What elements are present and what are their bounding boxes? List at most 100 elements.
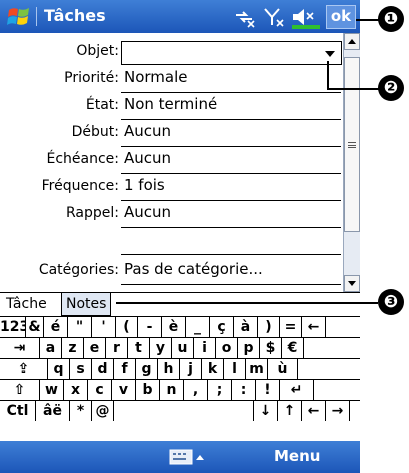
priorite-value[interactable]: Normale xyxy=(124,68,188,86)
key[interactable]: m xyxy=(246,359,268,379)
key[interactable]: $ xyxy=(260,338,282,358)
field-echeance[interactable]: Échéance: Aucun xyxy=(0,147,343,174)
key[interactable]: k xyxy=(202,359,224,379)
field-blank xyxy=(0,228,343,255)
tab-bar: Tâche Notes xyxy=(0,292,360,316)
objet-dropdown[interactable] xyxy=(121,41,342,65)
device-screen: Tâches ok Objet: Priorité: Normale État:… xyxy=(0,0,360,473)
key[interactable]: i xyxy=(194,338,216,358)
key[interactable]: q xyxy=(48,359,70,379)
key[interactable]: e xyxy=(84,338,106,358)
key[interactable]: ← xyxy=(302,317,326,337)
scroll-down-icon[interactable] xyxy=(344,275,360,292)
etat-value[interactable]: Non terminé xyxy=(124,95,217,113)
callout-line-2b xyxy=(327,88,379,90)
key[interactable]: 123 xyxy=(0,317,26,337)
echeance-value[interactable]: Aucun xyxy=(124,149,171,167)
signal-off-icon[interactable] xyxy=(262,5,286,29)
key[interactable]: z xyxy=(62,338,84,358)
key[interactable]: t xyxy=(128,338,150,358)
key[interactable]: ⇥ xyxy=(0,338,40,358)
key[interactable]: ← xyxy=(302,401,326,421)
key[interactable]: _ xyxy=(186,317,210,337)
key[interactable]: ↑ xyxy=(278,401,302,421)
connectivity-icon[interactable] xyxy=(232,5,256,29)
ok-button[interactable]: ok xyxy=(326,5,356,29)
scroll-up-icon[interactable] xyxy=(344,33,360,50)
key[interactable]: - xyxy=(138,317,162,337)
key[interactable]: Ctl xyxy=(0,401,36,421)
field-rappel[interactable]: Rappel: Aucun xyxy=(0,201,343,228)
callout-line-1 xyxy=(356,19,380,21)
key[interactable]: p xyxy=(238,338,260,358)
key[interactable]: € xyxy=(282,338,304,358)
key[interactable]: , xyxy=(184,380,208,400)
key[interactable]: l xyxy=(224,359,246,379)
rappel-value[interactable]: Aucun xyxy=(124,203,171,221)
key[interactable]: ; xyxy=(208,380,232,400)
key[interactable]: è xyxy=(162,317,186,337)
key[interactable]: ↓ xyxy=(254,401,278,421)
key[interactable]: ù xyxy=(268,359,298,379)
field-priorite[interactable]: Priorité: Normale xyxy=(0,66,343,93)
key[interactable]: é xyxy=(44,317,68,337)
key[interactable]: r xyxy=(106,338,128,358)
debut-value[interactable]: Aucun xyxy=(124,122,171,140)
key[interactable]: @ xyxy=(92,401,114,421)
key[interactable]: ( xyxy=(116,317,138,337)
vertical-scrollbar[interactable] xyxy=(343,33,360,292)
key[interactable]: y xyxy=(150,338,172,358)
key[interactable]: s xyxy=(70,359,92,379)
categories-value[interactable]: Pas de catégorie... xyxy=(124,260,263,278)
tab-tache[interactable]: Tâche xyxy=(2,293,51,316)
chevron-down-icon[interactable] xyxy=(325,51,335,57)
key[interactable]: w xyxy=(40,380,64,400)
key[interactable]: ⇧ xyxy=(0,380,40,400)
key[interactable]: h xyxy=(158,359,180,379)
key-space[interactable] xyxy=(114,401,254,421)
frequence-value[interactable]: 1 fois xyxy=(124,176,165,194)
etat-label: État: xyxy=(85,97,119,113)
key[interactable]: d xyxy=(92,359,114,379)
key[interactable]: x xyxy=(64,380,88,400)
key[interactable]: ' xyxy=(92,317,116,337)
key[interactable]: = xyxy=(280,317,302,337)
key[interactable]: o xyxy=(216,338,238,358)
field-frequence[interactable]: Fréquence: 1 fois xyxy=(0,174,343,201)
tab-notes[interactable]: Notes xyxy=(61,293,112,316)
key[interactable]: u xyxy=(172,338,194,358)
field-categories[interactable]: Catégories: Pas de catégorie... xyxy=(0,258,343,285)
grip-icon xyxy=(348,142,356,148)
key[interactable]: ⇪ xyxy=(0,359,48,379)
key[interactable]: à xyxy=(234,317,258,337)
volume-off-icon[interactable] xyxy=(290,5,322,29)
key[interactable]: ç xyxy=(210,317,234,337)
key[interactable]: & xyxy=(26,317,44,337)
key[interactable]: * xyxy=(70,401,92,421)
menu-button[interactable]: Menu xyxy=(274,447,320,465)
key[interactable]: c xyxy=(88,380,112,400)
key[interactable]: f xyxy=(114,359,136,379)
key[interactable]: ) xyxy=(258,317,280,337)
windows-start-flag-icon[interactable] xyxy=(6,4,32,30)
key[interactable]: g xyxy=(136,359,158,379)
field-etat[interactable]: État: Non terminé xyxy=(0,93,343,120)
callout-line-3 xyxy=(116,302,378,304)
keyboard-icon[interactable] xyxy=(168,447,206,467)
key[interactable]: n xyxy=(160,380,184,400)
key[interactable]: → xyxy=(326,401,350,421)
key[interactable]: v xyxy=(112,380,136,400)
scroll-thumb[interactable] xyxy=(344,57,360,232)
key[interactable]: ! xyxy=(256,380,280,400)
key[interactable]: j xyxy=(180,359,202,379)
debut-label: Début: xyxy=(71,124,119,140)
callout-1: ❶ xyxy=(378,6,404,32)
key[interactable]: " xyxy=(68,317,92,337)
key[interactable]: : xyxy=(232,380,256,400)
field-debut[interactable]: Début: Aucun xyxy=(0,120,343,147)
key[interactable]: a xyxy=(40,338,62,358)
key[interactable]: ↵ xyxy=(280,380,314,400)
key[interactable]: b xyxy=(136,380,160,400)
key[interactable]: âë xyxy=(36,401,70,421)
frequence-label: Fréquence: xyxy=(41,178,119,194)
